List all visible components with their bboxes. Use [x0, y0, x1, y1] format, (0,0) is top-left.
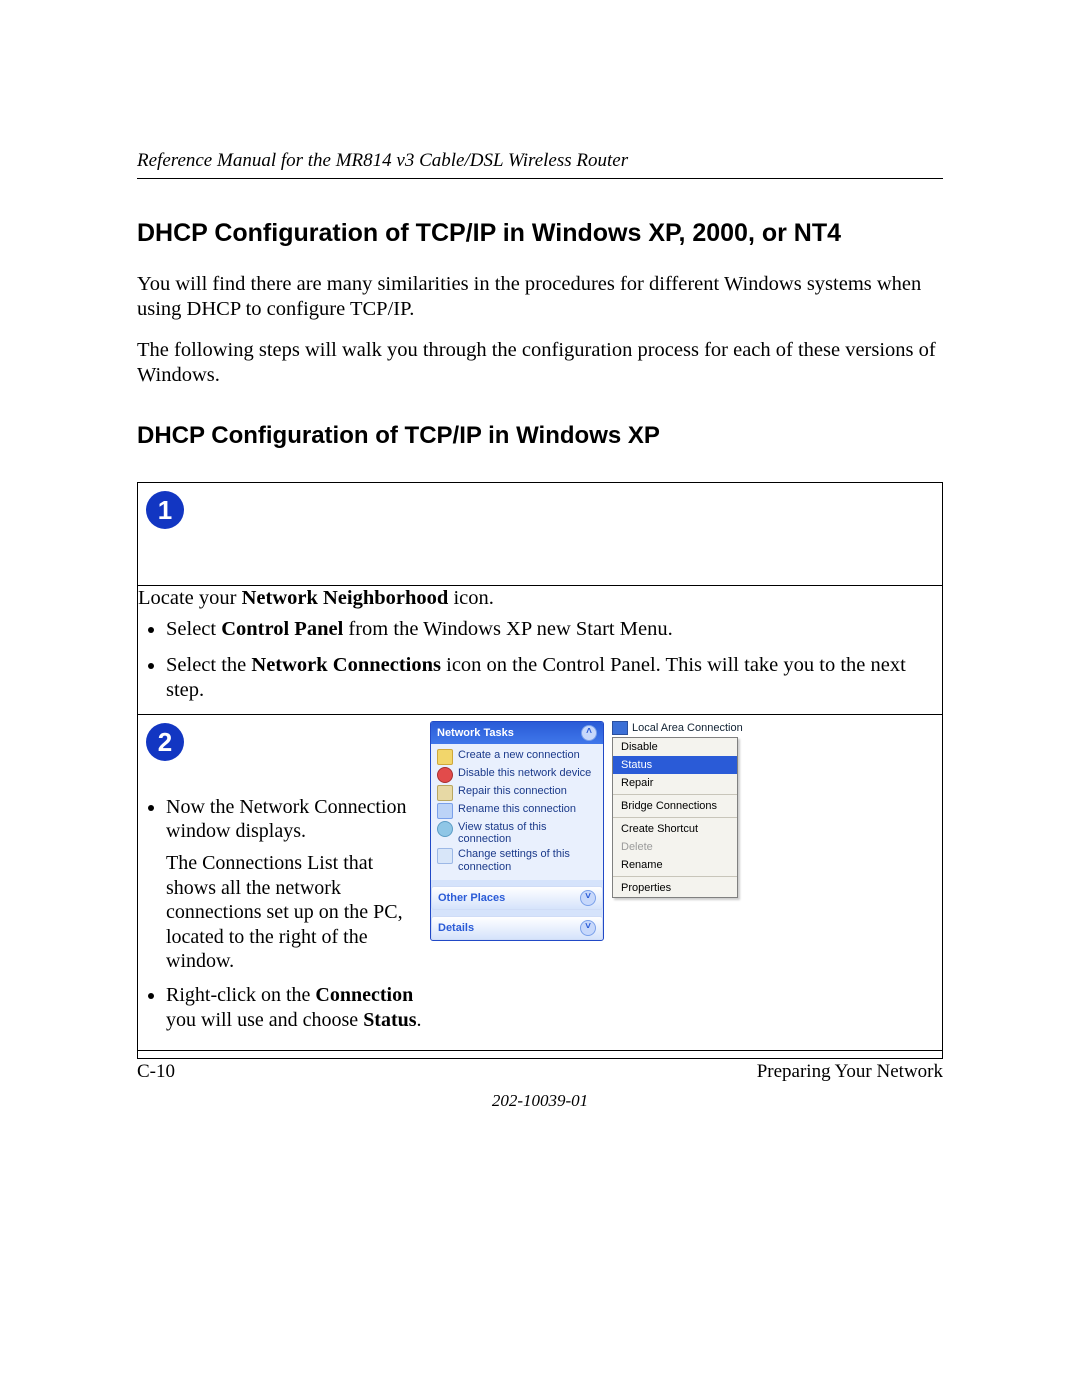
- page-footer: C-10 Preparing Your Network 202-10039-01: [137, 1050, 943, 1111]
- step1-bullet-2: Select the Network Connections icon on t…: [166, 653, 942, 704]
- step2-text: 2 Now the Network Connection window disp…: [138, 715, 430, 1059]
- xp-task-repair[interactable]: Repair this connection: [437, 784, 597, 802]
- collapse-icon[interactable]: ˄: [581, 725, 597, 741]
- intro-paragraph-2: The following steps will walk you throug…: [137, 338, 943, 388]
- xp-local-area-connection[interactable]: Local Area Connection: [612, 721, 758, 735]
- step2-number-badge: 2: [146, 723, 184, 761]
- step2-bullet-1: Now the Network Connection window displa…: [166, 795, 424, 974]
- expand-icon[interactable]: ˅: [580, 890, 596, 906]
- xp-task-create[interactable]: Create a new connection: [437, 748, 597, 766]
- expand-icon[interactable]: ˅: [580, 920, 596, 936]
- step2-bullet-2: Right-click on the Connection you will u…: [166, 983, 424, 1032]
- menu-rename[interactable]: Rename: [613, 856, 737, 874]
- heading-main: DHCP Configuration of TCP/IP in Windows …: [137, 219, 943, 248]
- disable-icon: [437, 767, 453, 783]
- xp-details-header[interactable]: Details ˅: [431, 916, 603, 940]
- xp-task-rename[interactable]: Rename this connection: [437, 802, 597, 820]
- footer-doc-number: 202-10039-01: [137, 1091, 943, 1111]
- running-header: Reference Manual for the MR814 v3 Cable/…: [137, 150, 943, 179]
- xp-task-change[interactable]: Change settings of this connection: [437, 847, 597, 874]
- menu-status[interactable]: Status: [613, 756, 737, 774]
- heading-sub: DHCP Configuration of TCP/IP in Windows …: [137, 422, 943, 450]
- footer-section-title: Preparing Your Network: [757, 1061, 943, 1083]
- xp-task-view[interactable]: View status of this connection: [437, 820, 597, 847]
- intro-paragraph-1: You will find there are many similaritie…: [137, 272, 943, 322]
- lan-icon: [612, 721, 628, 735]
- menu-properties[interactable]: Properties: [613, 879, 737, 897]
- xp-context-menu: Disable Status Repair Bridge Connections…: [612, 737, 738, 898]
- menu-bridge[interactable]: Bridge Connections: [613, 797, 737, 815]
- step1-intro: Locate your Network Neighborhood icon.: [138, 587, 494, 609]
- menu-delete: Delete: [613, 838, 737, 856]
- step1-body: Locate your Network Neighborhood icon. S…: [138, 586, 943, 715]
- step1-bullet-1: Select Control Panel from the Windows XP…: [166, 617, 942, 642]
- menu-disable[interactable]: Disable: [613, 738, 737, 756]
- step1-number-badge: 1: [146, 491, 184, 529]
- xp-network-tasks-header[interactable]: Network Tasks ˄: [431, 722, 603, 744]
- repair-icon: [437, 785, 453, 801]
- rename-icon: [437, 803, 453, 819]
- view-status-icon: [437, 821, 453, 837]
- step2-cell: 2 Now the Network Connection window disp…: [138, 714, 943, 1059]
- xp-other-places-header[interactable]: Other Places ˅: [431, 886, 603, 910]
- menu-shortcut[interactable]: Create Shortcut: [613, 820, 737, 838]
- settings-icon: [437, 848, 453, 864]
- step1-header: 1: [138, 483, 943, 586]
- xp-task-disable[interactable]: Disable this network device: [437, 766, 597, 784]
- steps-table: 1 Locate your Network Neighborhood icon.…: [137, 482, 943, 1059]
- xp-screenshot: Network Tasks ˄ Create a new connection …: [430, 721, 934, 942]
- footer-page-number: C-10: [137, 1061, 175, 1083]
- menu-repair[interactable]: Repair: [613, 774, 737, 792]
- xp-task-panel: Network Tasks ˄ Create a new connection …: [430, 721, 604, 942]
- new-connection-icon: [437, 749, 453, 765]
